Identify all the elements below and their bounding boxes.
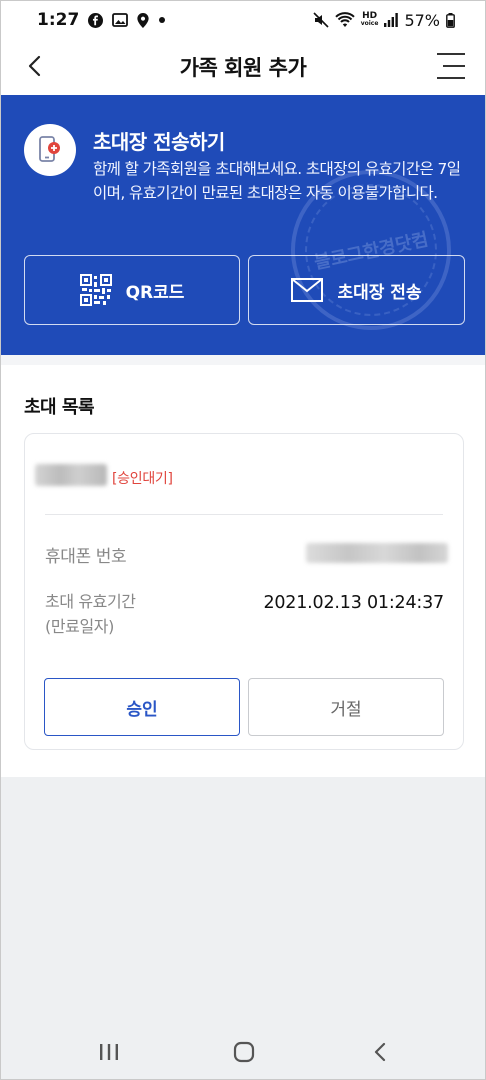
status-time: 1:27 (37, 10, 80, 30)
envelope-icon (291, 278, 324, 302)
approve-label: 승인 (126, 699, 158, 720)
reject-label: 거절 (330, 699, 362, 720)
send-invite-button[interactable]: 초대장 전송 (248, 255, 465, 325)
reject-button[interactable]: 거절 (248, 678, 444, 736)
approve-button[interactable]: 승인 (44, 678, 240, 736)
app-screen: 1:27 HD voice 57% 가족 회원 추가 블로그한경닷컴 초대장 전… (0, 0, 486, 1080)
location-icon (137, 12, 149, 28)
nav-back-icon (374, 1042, 386, 1062)
invite-title: 초대장 전송하기 (93, 130, 225, 154)
hamburger-menu-icon (437, 53, 465, 55)
hd-voice-icon: HD voice (361, 12, 379, 28)
status-left: 1:27 (37, 10, 166, 30)
expiry-value: 2021.02.13 01:24:37 (263, 593, 444, 613)
system-nav-bar (1, 1021, 485, 1079)
facebook-icon (88, 12, 104, 28)
nav-back-button[interactable] (365, 1037, 395, 1067)
recent-apps-button[interactable] (94, 1037, 124, 1067)
status-right: HD voice 57% (313, 11, 455, 30)
expiry-label: 초대 유효기간 (만료일자) (45, 589, 136, 639)
recent-apps-icon (100, 1044, 118, 1060)
chevron-left-icon (28, 55, 41, 77)
card-divider (45, 514, 443, 515)
invite-description: 함께 할 가족회원을 초대해보세요. 초대장의 유효기간은 7일이며, 유효기간… (93, 160, 461, 202)
blurred-name (35, 464, 107, 486)
signal-icon (384, 13, 399, 27)
phone-label: 휴대폰 번호 (45, 547, 127, 567)
hd-label: HD (362, 11, 378, 21)
status-badge: [승인대기] (112, 471, 173, 487)
invite-card: [승인대기] 휴대폰 번호 초대 유효기간 (만료일자) 2021.02.13 … (24, 433, 464, 750)
section-title: 초대 목록 (24, 397, 95, 418)
home-button[interactable] (229, 1037, 259, 1067)
expiry-label-line2: (만료일자) (45, 617, 114, 636)
status-bar: 1:27 HD voice 57% (1, 1, 485, 39)
qr-code-label: QR코드 (125, 282, 185, 303)
battery-percent: 57% (404, 10, 440, 30)
send-invite-label: 초대장 전송 (337, 282, 422, 303)
expiry-label-line1: 초대 유효기간 (45, 592, 136, 611)
menu-button[interactable] (435, 53, 465, 79)
wifi-icon (335, 12, 355, 28)
home-icon (233, 1041, 255, 1063)
app-bar: 가족 회원 추가 (1, 39, 485, 95)
empty-area (1, 777, 485, 1021)
mute-icon (313, 12, 329, 28)
blurred-phone-number (306, 543, 448, 563)
invite-list-section: 초대 목록 [승인대기] 휴대폰 번호 초대 유효기간 (만료일자) 2021.… (1, 365, 485, 777)
volte-label: voice (360, 20, 379, 27)
battery-icon (446, 12, 455, 28)
back-button[interactable] (19, 51, 49, 81)
phone-plus-icon (24, 124, 76, 176)
image-icon (112, 13, 129, 27)
page-title: 가족 회원 추가 (179, 56, 307, 80)
qr-code-button[interactable]: QR코드 (24, 255, 240, 325)
section-divider (1, 355, 485, 365)
qr-code-icon (79, 274, 112, 306)
notification-dot-icon (158, 16, 166, 24)
invite-panel: 블로그한경닷컴 초대장 전송하기 함께 할 가족회원을 초대해보세요. 초대장의… (1, 95, 485, 355)
